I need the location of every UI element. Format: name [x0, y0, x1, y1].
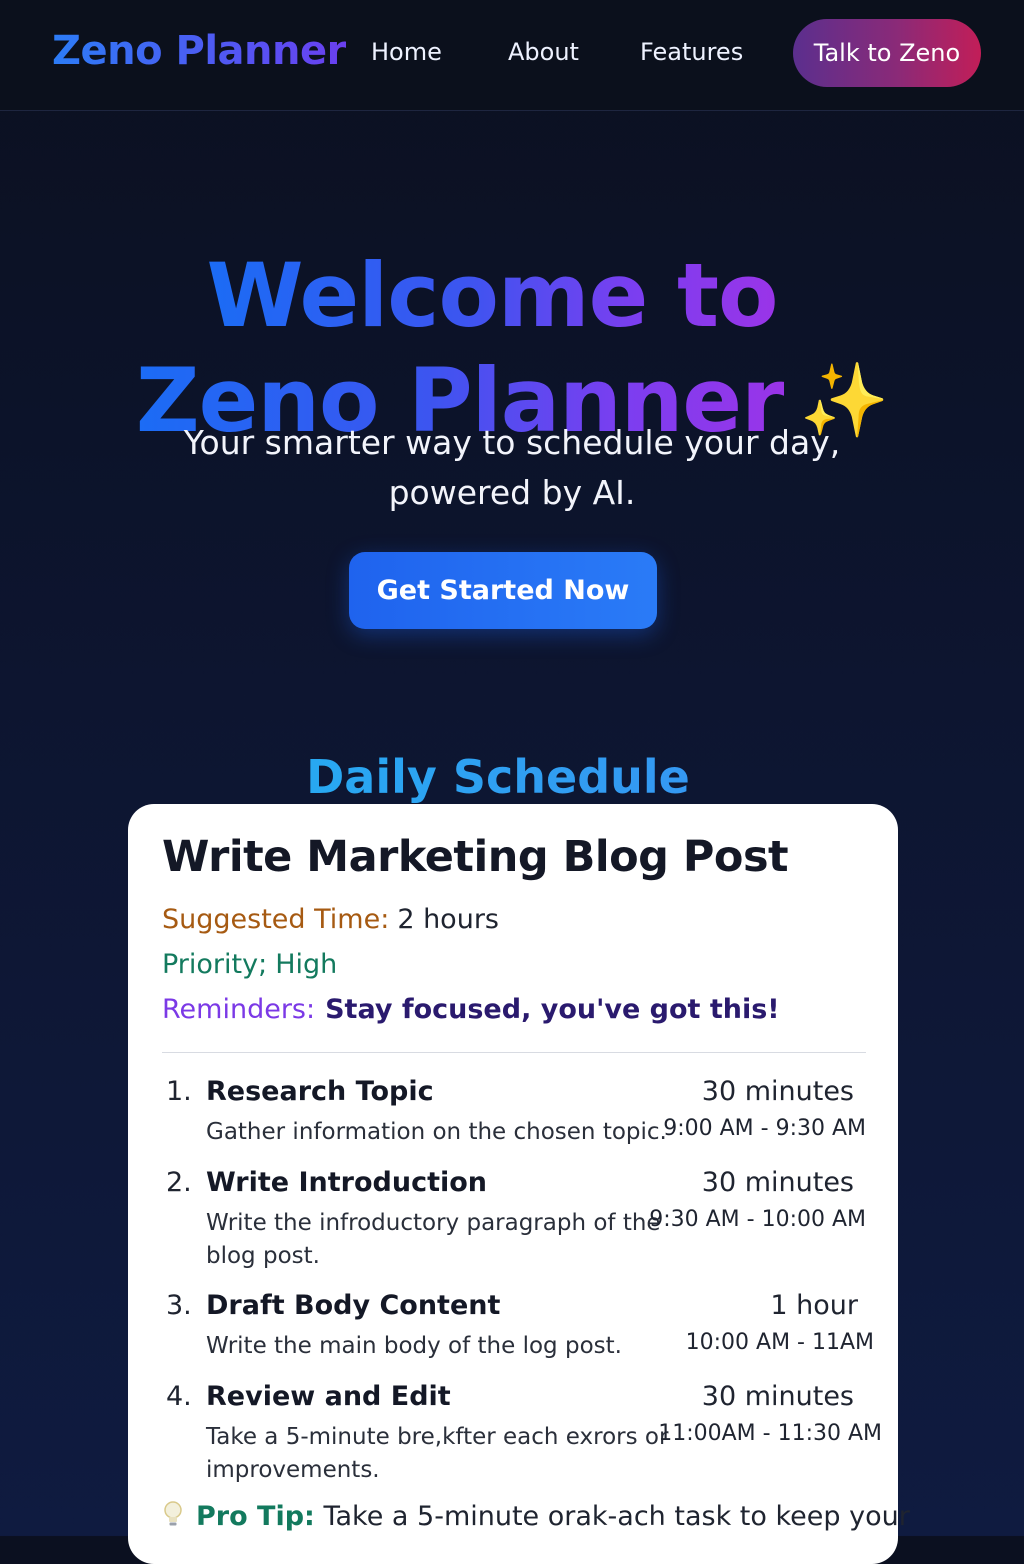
step-time-range: 9:30 AM - 10:00 AM	[649, 1207, 866, 1232]
pro-tip-text: Take a 5-minute orak-ach task to keep yo…	[323, 1501, 910, 1532]
step-duration: 30 minutes	[701, 1381, 854, 1412]
reminders-label: Reminders:	[162, 994, 316, 1025]
step-name: Write Introduction	[206, 1167, 488, 1198]
pro-tip: Pro Tip: Take a 5-minute orak-ach task t…	[162, 1500, 910, 1532]
nav-link-about[interactable]: About	[508, 38, 579, 66]
top-nav: Zeno Planner Home About Features Talk to…	[0, 0, 1024, 111]
step-name: Draft Body Content	[206, 1290, 501, 1321]
step-name: Research Topic	[206, 1076, 434, 1107]
reminders: Reminders: Stay focused, you've got this!	[162, 994, 780, 1025]
task-title: Write Marketing Blog Post	[162, 832, 789, 882]
step-description: Write the infroductory paragraph of the …	[206, 1210, 661, 1269]
step-duration: 30 minutes	[701, 1076, 854, 1107]
hero-title-line1: Welcome to	[206, 243, 779, 347]
step-time-range: 9:00 AM - 9:30 AM	[663, 1116, 866, 1141]
divider	[162, 1052, 866, 1053]
suggested-time-label: Suggested Time:	[162, 904, 390, 935]
hero-subtitle-line2: powered by AI.	[388, 473, 636, 512]
step-number: 4.	[166, 1381, 192, 1412]
lightbulb-icon	[162, 1500, 184, 1528]
step-description: Take a 5-minute bre,kfter each exrors or…	[206, 1424, 669, 1483]
priority: Priority; High	[162, 949, 337, 980]
step-name: Review and Edit	[206, 1381, 451, 1412]
hero-subtitle-line1: Your smarter way to schedule your day,	[183, 423, 841, 462]
nav-link-home[interactable]: Home	[371, 38, 442, 66]
suggested-time-value: 2 hours	[397, 904, 499, 935]
reminders-value: Stay focused, you've got this!	[325, 994, 780, 1025]
talk-to-zeno-button[interactable]: Talk to Zeno	[793, 19, 981, 87]
nav-link-features[interactable]: Features	[640, 38, 743, 66]
priority-value: High	[275, 949, 338, 980]
get-started-button[interactable]: Get Started Now	[349, 552, 657, 629]
logo[interactable]: Zeno Planner	[52, 28, 346, 74]
step-number: 3.	[166, 1290, 192, 1321]
step-time-range: 11:00AM - 11:30 AM	[658, 1421, 882, 1446]
hero-subtitle: Your smarter way to schedule your day, p…	[0, 418, 1024, 518]
daily-schedule-heading: Daily Schedule	[0, 750, 996, 804]
step-description: Gather information on the chosen topic.	[206, 1119, 667, 1145]
task-card: Write Marketing Blog Post Suggested Time…	[128, 804, 910, 1564]
step-description: Write the main body of the log post.	[206, 1333, 622, 1359]
step-number: 2.	[166, 1167, 192, 1198]
step-time-range: 10:00 AM - 11AM	[685, 1330, 874, 1355]
priority-label: Priority;	[162, 949, 268, 980]
pro-tip-label: Pro Tip:	[196, 1501, 315, 1532]
step-duration: 1 hour	[770, 1290, 858, 1321]
suggested-time: Suggested Time: 2 hours	[162, 904, 499, 935]
step-duration: 30 minutes	[701, 1167, 854, 1198]
step-number: 1.	[166, 1076, 192, 1107]
